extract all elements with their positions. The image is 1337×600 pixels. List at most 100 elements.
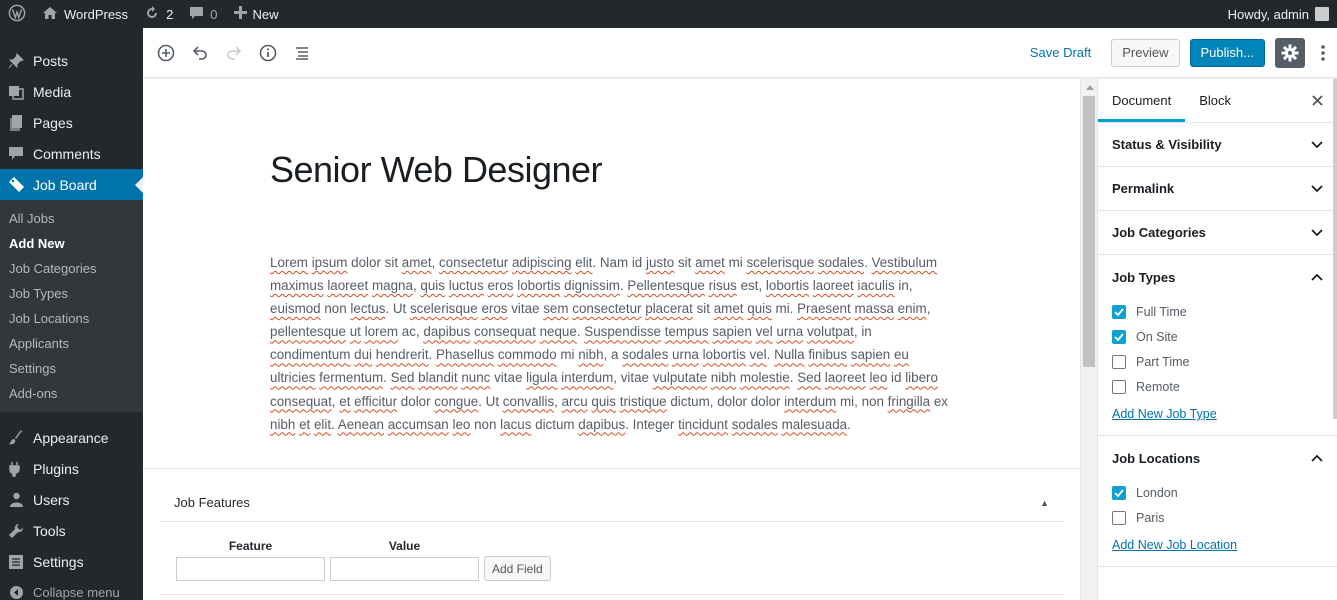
preview-button[interactable]: Preview xyxy=(1111,38,1180,67)
add-new-job-type-link[interactable]: Add New Job Type xyxy=(1112,407,1217,421)
menu-item-media[interactable]: Media xyxy=(0,76,143,107)
checkbox-paris[interactable]: Paris xyxy=(1112,505,1323,530)
checkbox-unchecked[interactable] xyxy=(1112,354,1126,369)
checkbox-checked[interactable] xyxy=(1112,485,1126,500)
misspelled-word: dignissim xyxy=(564,278,620,294)
editor-toolbar: Save Draft Preview Publish... xyxy=(143,28,1337,78)
collapse-menu-button[interactable]: Collapse menu xyxy=(0,577,143,600)
wp-logo-button[interactable] xyxy=(0,0,34,28)
misspelled-word: sodales xyxy=(622,347,669,363)
misspelled-word: consequat xyxy=(474,324,536,340)
feature-input[interactable] xyxy=(176,556,325,581)
undo-button[interactable] xyxy=(185,38,215,68)
content-info-button[interactable] xyxy=(253,38,283,68)
checkbox-checked[interactable] xyxy=(1112,304,1126,319)
tab-document[interactable]: Document xyxy=(1098,79,1186,122)
sidebar-scrollbar[interactable] xyxy=(1333,79,1337,419)
submenu-add-ons[interactable]: Add-ons xyxy=(0,381,143,406)
panel-job-types-header[interactable]: Job Types xyxy=(1112,255,1323,299)
submenu-applicants[interactable]: Applicants xyxy=(0,331,143,356)
checkbox-label: On Site xyxy=(1136,329,1178,344)
misspelled-word: laoreet xyxy=(812,278,854,294)
wordpress-icon xyxy=(8,4,26,25)
panel-permalink[interactable]: Permalink xyxy=(1098,167,1337,211)
menu-item-posts[interactable]: Posts xyxy=(0,45,143,76)
site-name-link[interactable]: WordPress xyxy=(34,0,136,28)
submenu-add-new[interactable]: Add New xyxy=(0,231,143,256)
checkbox-part-time[interactable]: Part Time xyxy=(1112,349,1323,374)
new-content-link[interactable]: New xyxy=(226,0,287,28)
menu-item-tools[interactable]: Tools xyxy=(0,515,143,546)
scroll-thumb[interactable] xyxy=(1083,96,1095,367)
submenu-job-types[interactable]: Job Types xyxy=(0,281,143,306)
chevron-up-icon xyxy=(1311,273,1323,281)
menu-item-comments[interactable]: Comments xyxy=(0,138,143,169)
post-title[interactable]: Senior Web Designer xyxy=(270,149,603,191)
submenu-settings[interactable]: Settings xyxy=(0,356,143,381)
submenu-all-jobs[interactable]: All Jobs xyxy=(0,206,143,231)
menu-label: Settings xyxy=(33,553,84,570)
close-icon xyxy=(1311,95,1323,106)
content-scrollbar[interactable] xyxy=(1080,79,1097,600)
menu-item-users[interactable]: Users xyxy=(0,484,143,515)
comments-link[interactable]: 0 xyxy=(181,0,225,28)
menu-item-pages[interactable]: Pages xyxy=(0,107,143,138)
more-menu-button[interactable] xyxy=(1315,44,1331,62)
avatar xyxy=(1315,7,1329,21)
settings-icon xyxy=(7,553,25,571)
save-draft-button[interactable]: Save Draft xyxy=(1020,45,1101,60)
settings-toggle-button[interactable] xyxy=(1275,37,1305,68)
tab-block[interactable]: Block xyxy=(1185,79,1245,122)
value-input[interactable] xyxy=(330,556,479,581)
job-features-metabox-header[interactable]: Job Features ▲ xyxy=(160,484,1063,522)
scroll-up-icon[interactable] xyxy=(1086,85,1094,90)
checkbox-on-site[interactable]: On Site xyxy=(1112,324,1323,349)
add-block-button[interactable] xyxy=(151,38,181,68)
chevron-down-icon xyxy=(1311,140,1323,149)
paragraph-text: vitae xyxy=(507,301,544,317)
checkbox-unchecked[interactable] xyxy=(1112,379,1126,394)
plugin-icon xyxy=(7,460,25,478)
add-new-job-location-link[interactable]: Add New Job Location xyxy=(1112,538,1237,552)
paragraph-text: in, xyxy=(894,278,913,294)
plus-icon xyxy=(233,6,247,22)
paragraph-text: , in xyxy=(853,324,872,340)
menu-item-plugins[interactable]: Plugins xyxy=(0,453,143,484)
outline-button[interactable] xyxy=(287,38,317,68)
updates-link[interactable]: 2 xyxy=(136,0,181,28)
misspelled-word: tristique xyxy=(619,393,667,409)
panel-job-locations-header[interactable]: Job Locations xyxy=(1112,436,1323,480)
checkbox-unchecked[interactable] xyxy=(1112,510,1126,525)
misspelled-word: urna xyxy=(776,324,804,340)
menu-item-job-board[interactable]: Job Board xyxy=(0,169,143,200)
misspelled-word: fermentum xyxy=(319,370,384,386)
checkbox-full-time[interactable]: Full Time xyxy=(1112,299,1323,324)
misspelled-word: ipsum xyxy=(311,255,348,270)
redo-button[interactable] xyxy=(219,38,249,68)
editor-canvas: Senior Web Designer Lorem ipsum dolor si… xyxy=(143,79,1080,600)
panel-job-categories[interactable]: Job Categories xyxy=(1098,211,1337,255)
misspelled-word: ultricies xyxy=(270,370,316,386)
settings-sidebar: Document Block Status & Visibility Perma… xyxy=(1097,79,1337,600)
misspelled-word: adipiscing xyxy=(511,255,572,270)
menu-item-appearance[interactable]: Appearance xyxy=(0,422,143,453)
checkbox-checked[interactable] xyxy=(1112,329,1126,344)
close-sidebar-button[interactable] xyxy=(1297,79,1337,122)
misspelled-word: Sed xyxy=(390,370,415,386)
account-link[interactable]: Howdy, admin xyxy=(1228,7,1337,22)
misspelled-word: placerat xyxy=(645,301,693,317)
add-field-button[interactable]: Add Field xyxy=(484,556,551,581)
checkbox-london[interactable]: London xyxy=(1112,480,1323,505)
caret-up-icon[interactable]: ▲ xyxy=(1040,498,1049,508)
submenu-job-categories[interactable]: Job Categories xyxy=(0,256,143,281)
checkbox-remote[interactable]: Remote xyxy=(1112,374,1323,399)
misspelled-word: condimentum xyxy=(270,347,351,363)
panel-status-visibility[interactable]: Status & Visibility xyxy=(1098,123,1337,167)
menu-item-settings[interactable]: Settings xyxy=(0,546,143,577)
paragraph-block[interactable]: Lorem ipsum dolor sit amet, consectetur … xyxy=(270,251,955,436)
misspelled-word: accumsan xyxy=(387,416,449,432)
paragraph-text: ex xyxy=(930,393,948,409)
new-label: New xyxy=(252,6,279,22)
publish-button[interactable]: Publish... xyxy=(1189,38,1265,67)
submenu-job-locations[interactable]: Job Locations xyxy=(0,306,143,331)
